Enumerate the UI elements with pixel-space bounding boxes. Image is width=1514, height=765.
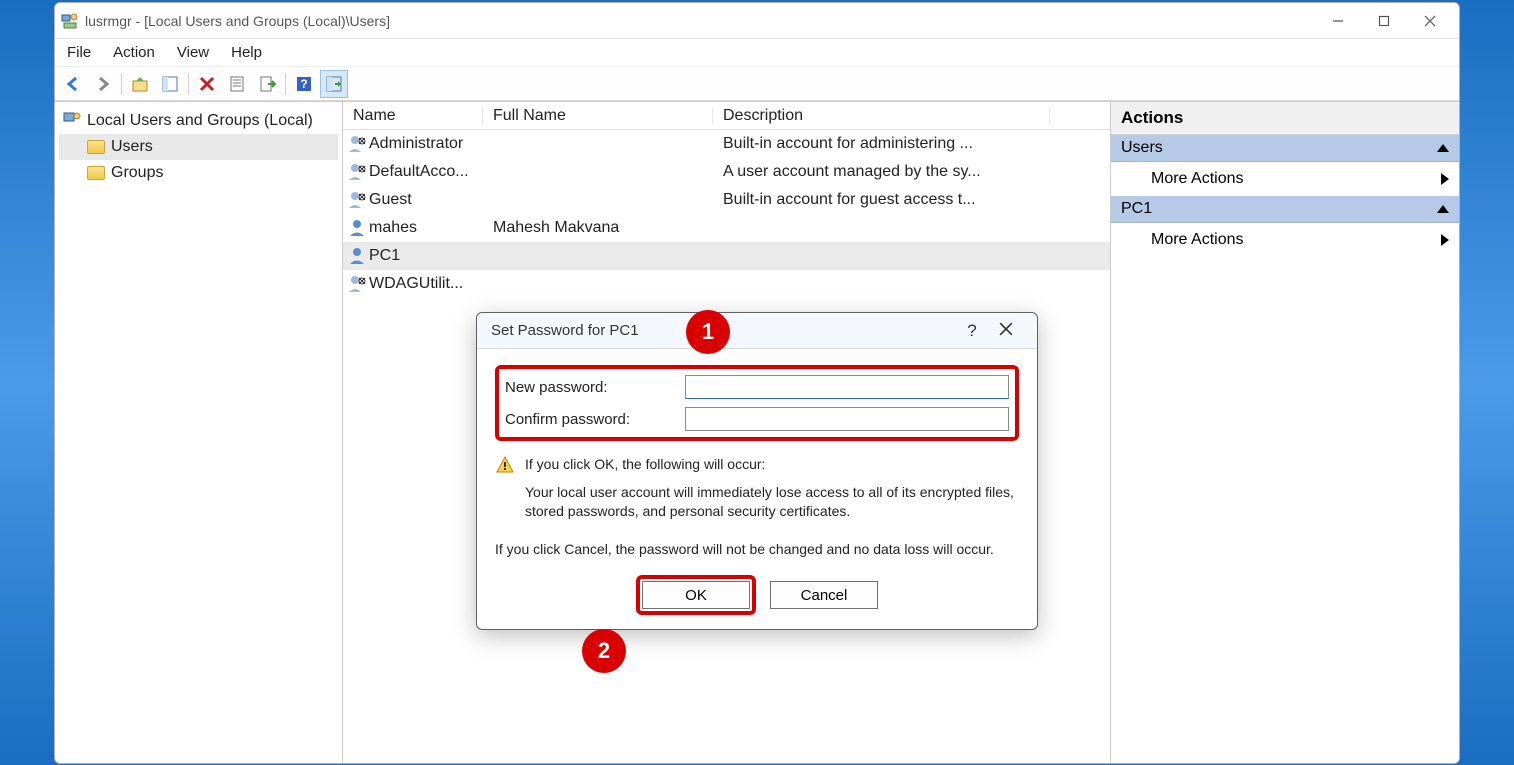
user-disabled-icon xyxy=(347,274,367,294)
user-disabled-icon xyxy=(347,134,367,154)
expand-icon xyxy=(1441,234,1449,246)
actions-pane: Actions Users More Actions PC1 More Acti… xyxy=(1111,102,1459,763)
list-item-selected[interactable]: PC1 xyxy=(343,242,1110,270)
maximize-button[interactable] xyxy=(1361,6,1407,36)
tree-groups-label: Groups xyxy=(111,164,163,182)
menu-help[interactable]: Help xyxy=(231,44,262,61)
collapse-icon xyxy=(1437,144,1449,152)
warning-icon xyxy=(495,455,515,475)
dialog-titlebar: Set Password for PC1 ? xyxy=(477,313,1037,349)
tree-item-users[interactable]: Users xyxy=(59,134,338,160)
titlebar: lusrmgr - [Local Users and Groups (Local… xyxy=(55,3,1459,39)
annotation-badge-1: 1 xyxy=(686,310,730,354)
up-button[interactable] xyxy=(126,70,154,98)
menubar: File Action View Help xyxy=(55,39,1459,67)
tree-item-groups[interactable]: Groups xyxy=(59,160,338,186)
help-button[interactable]: ? xyxy=(290,70,318,98)
annotation-badge-2: 2 xyxy=(582,629,626,673)
expand-icon xyxy=(1441,173,1449,185)
confirm-password-label: Confirm password: xyxy=(505,411,685,428)
new-password-input[interactable] xyxy=(685,375,1009,399)
svg-text:?: ? xyxy=(300,77,307,91)
list-header: Name Full Name Description xyxy=(343,102,1110,130)
folder-icon xyxy=(87,140,105,154)
app-icon xyxy=(61,12,79,30)
warning-detail: Your local user account will immediately… xyxy=(525,483,1019,522)
actions-title: Actions xyxy=(1111,102,1459,135)
tree-users-label: Users xyxy=(111,138,153,156)
collapse-icon xyxy=(1437,205,1449,213)
user-icon xyxy=(347,246,367,266)
window-title: lusrmgr - [Local Users and Groups (Local… xyxy=(85,13,1315,29)
delete-button[interactable] xyxy=(193,70,221,98)
cancel-button[interactable]: Cancel xyxy=(770,581,878,609)
menu-view[interactable]: View xyxy=(177,44,209,61)
list-item[interactable]: Guest Built-in account for guest access … xyxy=(343,186,1110,214)
user-disabled-icon xyxy=(347,162,367,182)
actions-section-users[interactable]: Users xyxy=(1111,135,1459,162)
toolbar: ? xyxy=(55,67,1459,101)
dialog-help-button[interactable]: ? xyxy=(955,321,989,341)
list-item[interactable]: DefaultAcco... A user account managed by… xyxy=(343,158,1110,186)
tree-pane: Local Users and Groups (Local) Users Gro… xyxy=(55,102,343,763)
tree-root-label: Local Users and Groups (Local) xyxy=(87,112,313,130)
password-fields-highlight: New password: Confirm password: xyxy=(495,365,1019,441)
actions-section-pc1[interactable]: PC1 xyxy=(1111,196,1459,223)
cancel-note: If you click Cancel, the password will n… xyxy=(495,540,1019,560)
list-item[interactable]: Administrator Built-in account for admin… xyxy=(343,130,1110,158)
confirm-password-input[interactable] xyxy=(685,407,1009,431)
actions-more-users[interactable]: More Actions xyxy=(1111,162,1459,196)
minimize-button[interactable] xyxy=(1315,6,1361,36)
new-password-label: New password: xyxy=(505,379,685,396)
ok-button-highlight: OK xyxy=(636,575,756,615)
computer-icon xyxy=(63,110,81,133)
back-button[interactable] xyxy=(59,70,87,98)
ok-button[interactable]: OK xyxy=(642,581,750,609)
col-desc[interactable]: Description xyxy=(713,107,1050,125)
user-icon xyxy=(347,218,367,238)
export-button[interactable] xyxy=(253,70,281,98)
properties-button[interactable] xyxy=(223,70,251,98)
folder-icon xyxy=(87,166,105,180)
forward-button[interactable] xyxy=(89,70,117,98)
menu-action[interactable]: Action xyxy=(113,44,155,61)
close-button[interactable] xyxy=(1407,6,1453,36)
list-item[interactable]: WDAGUtilit... xyxy=(343,270,1110,298)
list-item[interactable]: mahes Mahesh Makvana xyxy=(343,214,1110,242)
user-disabled-icon xyxy=(347,190,367,210)
show-hide-button[interactable] xyxy=(156,70,184,98)
col-name[interactable]: Name xyxy=(343,107,483,125)
dialog-close-button[interactable] xyxy=(989,321,1023,341)
col-full[interactable]: Full Name xyxy=(483,107,713,125)
dialog-title: Set Password for PC1 xyxy=(491,322,639,339)
refresh-view-button[interactable] xyxy=(320,70,348,98)
warning-heading: If you click OK, the following will occu… xyxy=(525,455,1019,475)
actions-more-pc1[interactable]: More Actions xyxy=(1111,223,1459,257)
menu-file[interactable]: File xyxy=(67,44,91,61)
tree-root[interactable]: Local Users and Groups (Local) xyxy=(59,108,338,134)
set-password-dialog: Set Password for PC1 ? New password: Con… xyxy=(476,312,1038,630)
